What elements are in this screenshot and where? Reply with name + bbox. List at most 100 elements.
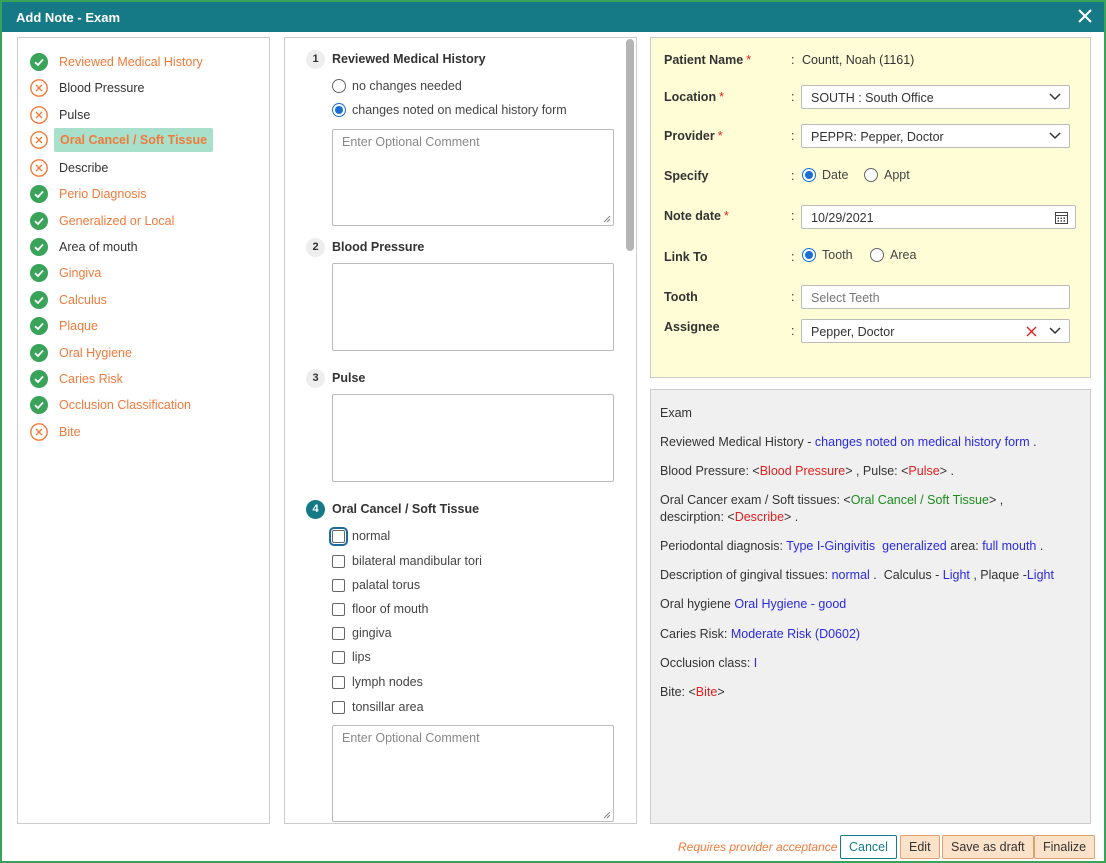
step-item[interactable]: Calculus: [30, 288, 112, 312]
check-circle-icon: [30, 344, 48, 362]
step-item[interactable]: Gingiva: [30, 261, 106, 285]
step-item[interactable]: Pulse: [30, 103, 95, 127]
radio-changes-noted[interactable]: changes noted on medical history form: [332, 103, 567, 117]
checkbox-box[interactable]: [332, 626, 345, 640]
blood-pressure-textarea[interactable]: [332, 263, 614, 351]
step-item[interactable]: Area of mouth: [30, 235, 143, 259]
location-select[interactable]: SOUTH : South Office: [801, 85, 1070, 109]
save-draft-button[interactable]: Save as draft: [942, 835, 1034, 859]
chevron-down-icon: [1049, 132, 1061, 140]
radio-label: Tooth: [822, 248, 853, 262]
checkbox-option[interactable]: normal: [329, 526, 390, 546]
check-circle-icon: [30, 317, 48, 335]
close-icon[interactable]: [1076, 7, 1094, 25]
step-item[interactable]: Caries Risk: [30, 367, 128, 391]
checkbox-box[interactable]: [332, 650, 345, 664]
resize-grip-icon[interactable]: [603, 215, 611, 223]
specify-appt-radio[interactable]: Appt: [864, 168, 910, 182]
step-item[interactable]: Describe: [30, 156, 113, 180]
checkbox-box[interactable]: [332, 675, 345, 689]
comment-textarea-4[interactable]: Enter Optional Comment: [332, 725, 614, 822]
step-item[interactable]: Generalized or Local: [30, 209, 179, 233]
questions-scrollbar[interactable]: [626, 39, 634, 251]
link-area-radio[interactable]: Area: [870, 248, 916, 262]
radio-circle-checked[interactable]: [802, 248, 816, 262]
note-preview: Exam Reviewed Medical History - changes …: [650, 389, 1091, 824]
step-label: Blood Pressure: [59, 81, 145, 95]
finalize-button[interactable]: Finalize: [1034, 835, 1096, 859]
radio-label: Area: [890, 248, 917, 262]
calendar-icon[interactable]: [1055, 211, 1068, 224]
check-circle-icon: [30, 396, 48, 414]
radio-circle[interactable]: [332, 79, 346, 93]
patient-name-value: Countt, Noah (1161): [802, 53, 915, 67]
note-date-label: Note date *: [664, 209, 729, 223]
colon: :: [791, 90, 795, 104]
radio-circle-checked[interactable]: [332, 103, 346, 117]
checkbox-option[interactable]: bilateral mandibular tori: [332, 554, 482, 568]
preview-line-periodontal: Periodontal diagnosis: Type I-Gingivitis…: [660, 539, 1044, 553]
comment-placeholder: Enter Optional Comment: [342, 731, 480, 745]
radio-circle[interactable]: [870, 248, 884, 262]
pulse-textarea[interactable]: [332, 394, 614, 482]
radio-circle[interactable]: [864, 168, 878, 182]
required-mark: *: [717, 129, 723, 143]
chevron-down-icon: [1049, 93, 1061, 101]
section-title-oral-cancel: Oral Cancel / Soft Tissue: [332, 502, 480, 516]
cancel-button[interactable]: Cancel: [840, 835, 897, 859]
colon: :: [791, 209, 795, 223]
colon: :: [791, 169, 795, 183]
checkbox-option[interactable]: lymph nodes: [332, 675, 423, 689]
checkbox-option[interactable]: lips: [332, 650, 371, 664]
assignee-select[interactable]: Pepper, Doctor: [801, 319, 1070, 343]
provider-select[interactable]: PEPPR: Pepper, Doctor: [801, 124, 1070, 148]
note-date-input[interactable]: 10/29/2021: [801, 205, 1076, 229]
step-item[interactable]: Perio Diagnosis: [30, 182, 152, 206]
step-item[interactable]: Oral Hygiene: [30, 341, 137, 365]
location-value: SOUTH : South Office: [811, 91, 934, 105]
edit-button[interactable]: Edit: [900, 835, 940, 859]
comment-textarea-1[interactable]: Enter Optional Comment: [332, 129, 614, 226]
colon: :: [791, 250, 795, 264]
step-item[interactable]: Oral Cancel / Soft Tissue: [30, 128, 214, 152]
colon: :: [791, 53, 795, 67]
checkbox-box[interactable]: [332, 602, 345, 616]
check-circle-icon: [30, 53, 48, 71]
step-item[interactable]: Reviewed Medical History: [30, 50, 208, 74]
checkbox-label: palatal torus: [352, 578, 421, 592]
preview-line-description: descirption: <Describe> .: [660, 510, 799, 524]
radio-label: Appt: [884, 168, 910, 182]
preview-line-caries: Caries Risk: Moderate Risk (D0602): [660, 627, 861, 641]
checkbox-box[interactable]: [329, 526, 348, 546]
step-label: Reviewed Medical History: [59, 55, 203, 69]
step-label: Caries Risk: [59, 372, 123, 386]
clear-icon[interactable]: [1026, 326, 1037, 337]
checkbox-label: gingiva: [352, 626, 392, 640]
tooth-label: Tooth: [664, 290, 698, 304]
location-label: Location *: [664, 90, 724, 104]
specify-date-radio[interactable]: Date: [802, 168, 848, 182]
checkbox-box[interactable]: [332, 578, 345, 592]
comment-placeholder: Enter Optional Comment: [342, 135, 480, 149]
checkbox-option[interactable]: palatal torus: [332, 578, 420, 592]
step-item[interactable]: Blood Pressure: [30, 76, 149, 100]
step-item[interactable]: Plaque: [30, 314, 103, 338]
colon: :: [791, 324, 795, 338]
step-label: Plaque: [59, 319, 98, 333]
select-teeth-input[interactable]: Select Teeth: [801, 285, 1070, 309]
step-item[interactable]: Occlusion Classification: [30, 393, 196, 417]
checkbox-option[interactable]: floor of mouth: [332, 602, 428, 616]
checkbox-label: bilateral mandibular tori: [352, 554, 482, 568]
preview-line-blood-pressure: Blood Pressure: <Blood Pressure> , Pulse…: [660, 464, 954, 478]
link-tooth-radio[interactable]: Tooth: [802, 248, 853, 262]
checkbox-box[interactable]: [332, 554, 345, 568]
assignee-value: Pepper, Doctor: [811, 325, 895, 339]
checkbox-option[interactable]: tonsillar area: [332, 700, 424, 714]
checkbox-box[interactable]: [332, 700, 345, 714]
resize-grip-icon[interactable]: [603, 811, 611, 819]
step-item[interactable]: Bite: [30, 420, 86, 444]
radio-circle-checked[interactable]: [802, 168, 816, 182]
checkbox-option[interactable]: gingiva: [332, 626, 392, 640]
radio-no-changes[interactable]: no changes needed: [332, 79, 462, 93]
required-mark: *: [746, 53, 752, 67]
